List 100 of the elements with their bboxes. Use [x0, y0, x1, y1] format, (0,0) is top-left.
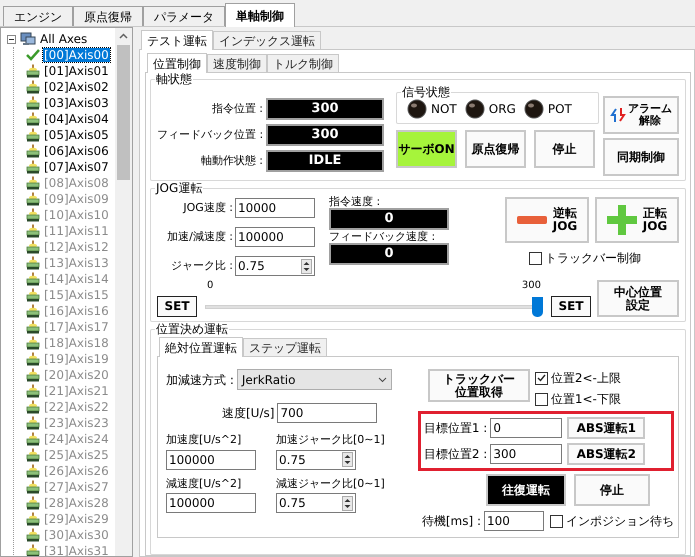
scroll-thumb[interactable]: [117, 45, 130, 180]
button[interactable]: SET: [551, 296, 591, 317]
input-field[interactable]: 300: [490, 444, 562, 464]
checkbox[interactable]: [534, 392, 548, 406]
button[interactable]: 原点復帰: [465, 130, 526, 168]
input-field[interactable]: 100000: [166, 493, 256, 513]
motor-icon: [26, 240, 40, 254]
spin-field[interactable]: 0.75: [235, 256, 315, 276]
readout-label: 指令速度 :: [329, 195, 382, 208]
slider-min-label: 0: [207, 279, 214, 293]
tree-item[interactable]: [05]Axis05: [43, 128, 110, 142]
value-display: 0: [329, 208, 449, 230]
input-field[interactable]: 0: [490, 418, 562, 438]
reciprocate-button[interactable]: 往復運転: [486, 474, 566, 506]
input-field[interactable]: 10000: [235, 198, 315, 218]
input-field[interactable]: 0.75: [277, 494, 342, 512]
lamp-label: ORG: [488, 101, 516, 118]
readout-label: 軸動作状態 :: [200, 152, 263, 169]
tree-item[interactable]: [02]Axis02: [43, 80, 110, 94]
dropdown[interactable]: JerkRatio: [236, 369, 392, 390]
tab[interactable]: テスト運転: [141, 30, 213, 50]
readout-label: フィードバック速度 :: [329, 230, 436, 243]
tree-item[interactable]: All Axes: [40, 30, 88, 48]
button[interactable]: 停止: [574, 474, 650, 506]
tree-item[interactable]: [04]Axis04: [43, 112, 110, 126]
input-field[interactable]: 100: [484, 511, 544, 531]
motor-icon: [26, 256, 40, 270]
slider-max-label: 300: [522, 279, 541, 293]
motor-icon: [26, 432, 40, 446]
tab[interactable]: インデックス運転: [213, 31, 321, 49]
group-title: 位置決め運転: [155, 323, 229, 336]
spin-field[interactable]: 0.75: [276, 493, 356, 513]
group-title: 軸状態: [155, 73, 193, 86]
motor-icon: [26, 416, 40, 430]
spin-arrows-icon[interactable]: [342, 496, 353, 510]
button-label: 解除: [639, 115, 661, 127]
collapse-icon[interactable]: [7, 34, 16, 44]
motor-icon: [26, 288, 40, 302]
tab[interactable]: 原点復帰: [73, 6, 143, 26]
tab[interactable]: 速度制御: [207, 54, 267, 72]
tree-item[interactable]: [00]Axis00: [43, 48, 110, 62]
button-label: 設定: [626, 298, 650, 312]
spin-field[interactable]: 0.75: [276, 450, 356, 470]
group-title: JOG運転: [155, 182, 204, 195]
motor-icon: [26, 528, 40, 542]
motor-icon: [26, 80, 40, 94]
tab[interactable]: パラメータ: [143, 6, 225, 26]
alarm-reset-button[interactable]: アラーム 解除: [603, 96, 679, 134]
readout-label: 指令位置 :: [210, 100, 263, 117]
input-field[interactable]: 700: [277, 403, 378, 423]
button-label: 正転: [642, 207, 667, 220]
value-display: 300: [266, 98, 384, 120]
field-label: ジャーク比 :: [170, 258, 233, 274]
input-field[interactable]: 100000: [235, 227, 315, 247]
sync-arrows-icon: [610, 107, 626, 123]
input-field[interactable]: 100000: [166, 450, 256, 470]
field-label: 目標位置2 :: [424, 446, 488, 463]
checkbox[interactable]: [529, 252, 542, 264]
tab[interactable]: エンジン: [3, 6, 73, 26]
input-field[interactable]: 0.75: [277, 450, 342, 468]
button[interactable]: トラックバー 位置取得: [428, 369, 530, 402]
tab[interactable]: 絶対位置運転: [159, 337, 243, 357]
chevron-icon: [378, 376, 387, 382]
jog-button[interactable]: 逆転 JOG: [505, 197, 589, 243]
motor-icon: [26, 64, 40, 78]
tab[interactable]: トルク制御: [267, 54, 339, 72]
scrollbar[interactable]: [115, 28, 132, 556]
field-label: 待機[ms] :: [422, 513, 481, 530]
jog-button[interactable]: 正転 JOG: [595, 197, 679, 243]
servo-button[interactable]: サーボON: [396, 130, 457, 168]
button-label: 位置取得: [454, 386, 503, 398]
motor-icon: [26, 448, 40, 462]
slider-thumb[interactable]: [532, 297, 543, 317]
spin-arrows-icon[interactable]: [301, 258, 312, 274]
input-field[interactable]: 0.75: [236, 257, 301, 275]
value-display: 300: [266, 124, 384, 146]
motor-icon: [26, 544, 40, 556]
tree-item[interactable]: [07]Axis07: [43, 160, 110, 174]
button[interactable]: 中心位置 設定: [597, 280, 679, 317]
tab[interactable]: 単軸制御: [225, 3, 295, 27]
motor-icon: [26, 368, 40, 382]
plus-icon: [606, 205, 637, 235]
button[interactable]: SET: [157, 296, 197, 317]
tab[interactable]: 位置制御: [147, 53, 207, 73]
motor-icon: [26, 112, 40, 126]
button[interactable]: 停止: [534, 130, 595, 168]
checkbox[interactable]: [550, 514, 563, 528]
scroll-up-icon[interactable]: [119, 33, 128, 39]
tree-item[interactable]: [06]Axis06: [43, 144, 110, 158]
tab[interactable]: ステップ運転: [243, 338, 327, 356]
button[interactable]: 同期制御: [603, 138, 679, 176]
checkbox[interactable]: [534, 372, 548, 384]
spin-arrows-icon[interactable]: [342, 452, 353, 467]
slider-track[interactable]: [205, 297, 543, 317]
field-label: 速度[U/s]: [222, 405, 274, 422]
button[interactable]: ABS運転1: [567, 417, 646, 439]
button[interactable]: ABS運転2: [567, 443, 646, 465]
tree-item[interactable]: [03]Axis03: [43, 96, 110, 110]
tree-item[interactable]: [01]Axis01: [43, 64, 110, 78]
motor-icon: [26, 272, 40, 286]
